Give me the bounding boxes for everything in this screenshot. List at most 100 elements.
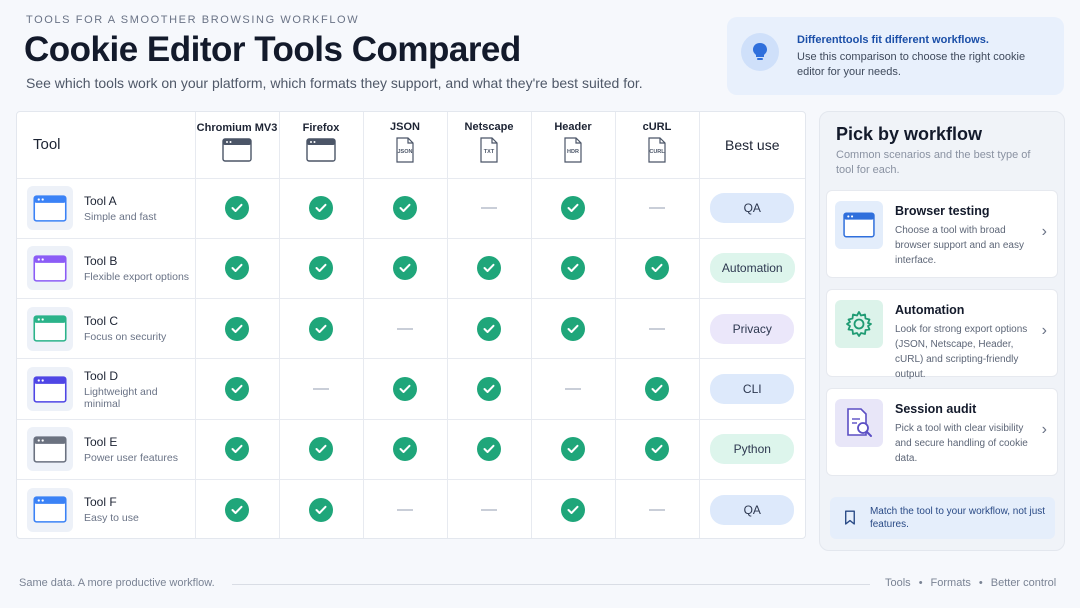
footer-divider xyxy=(232,584,870,585)
support-cell xyxy=(531,358,616,420)
tool-name: Tool B xyxy=(84,253,118,268)
eyebrow: TOOLS FOR A SMOOTHER BROWSING WORKFLOW xyxy=(26,14,360,26)
check-icon xyxy=(561,256,585,281)
support-cell xyxy=(363,358,448,420)
dash-icon xyxy=(481,508,497,511)
workflow-card-title: Browser testing xyxy=(895,204,990,218)
support-cell xyxy=(279,238,364,300)
browser-window-icon xyxy=(222,138,252,167)
workflow-card[interactable]: Browser testing Choose a tool with broad … xyxy=(826,190,1058,278)
support-cell xyxy=(615,479,700,538)
footer-link-control[interactable]: Better control xyxy=(991,577,1056,589)
tool-cell: Tool C Focus on security xyxy=(17,298,196,360)
tool-cell: Tool F Easy to use xyxy=(17,479,196,538)
column-header-label: Chromium MV3 xyxy=(196,122,278,135)
footer-link-formats[interactable]: Formats xyxy=(931,577,971,589)
support-cell xyxy=(615,238,700,300)
workflow-panel-subtitle: Common scenarios and the best type of to… xyxy=(836,149,1031,176)
workflow-panel: Pick by workflow Common scenarios and th… xyxy=(819,111,1065,551)
support-cell xyxy=(363,178,448,239)
browser-window-icon xyxy=(306,138,336,167)
chevron-right-icon: › xyxy=(1041,421,1047,438)
workflow-card[interactable]: Automation Look for strong export options… xyxy=(826,289,1058,380)
workflow-card-description: Choose a tool with broad browser support… xyxy=(895,225,1024,266)
column-header-label: JSON xyxy=(390,121,420,134)
tool-app-icon xyxy=(27,306,73,351)
tool-column-header: Tool xyxy=(17,112,196,179)
column-header: Chromium MV3 xyxy=(195,112,280,179)
best-use-badge: QA xyxy=(710,494,795,525)
footer-link-tools[interactable]: Tools xyxy=(885,577,911,589)
check-icon xyxy=(309,256,333,281)
file-type-badge: TXT xyxy=(483,149,495,156)
best-use-cell: Privacy xyxy=(699,298,805,360)
check-icon xyxy=(225,256,249,281)
support-cell xyxy=(615,358,700,420)
tool-name: Tool C xyxy=(84,314,119,329)
tool-description: Lightweight and minimal xyxy=(84,385,158,410)
workflow-panel-title: Pick by workflow xyxy=(836,124,983,144)
dash-icon xyxy=(481,206,497,209)
best-use-cell: CLI xyxy=(699,358,805,420)
support-cell xyxy=(195,479,280,538)
file-type-badge: CURL xyxy=(649,149,665,156)
check-icon xyxy=(393,196,417,221)
workflow-card-description: Look for strong export options (JSON, Ne… xyxy=(895,324,1028,380)
support-cell xyxy=(195,238,280,300)
tool-app-icon xyxy=(27,186,73,231)
tip-card: Differenttools fit different workflows. … xyxy=(727,17,1064,95)
check-icon xyxy=(561,196,585,221)
browser-window-icon xyxy=(835,201,883,249)
tool-cell: Tool A Simple and fast xyxy=(17,178,196,239)
support-cell xyxy=(447,479,532,538)
column-header-label: Firefox xyxy=(302,122,340,135)
dash-icon xyxy=(649,508,665,511)
check-icon xyxy=(645,377,669,402)
best-use-badge: Privacy xyxy=(710,313,795,344)
tool-description: Focus on security xyxy=(84,331,167,344)
check-icon xyxy=(309,196,333,221)
lightbulb-icon xyxy=(741,33,779,71)
dash-icon xyxy=(397,327,413,330)
column-header: Netscape TXT xyxy=(447,112,532,179)
check-icon xyxy=(225,316,249,341)
support-cell xyxy=(531,238,616,300)
check-icon xyxy=(309,437,333,462)
check-icon xyxy=(393,437,417,462)
page-subtitle: See which tools work on your platform, w… xyxy=(26,75,643,91)
tool-app-icon xyxy=(27,246,73,291)
support-cell xyxy=(279,419,364,480)
support-cell xyxy=(195,419,280,480)
check-icon xyxy=(309,497,333,522)
check-icon xyxy=(225,497,249,522)
tip-title: Differenttools fit different workflows. xyxy=(797,34,989,46)
column-header-label: Header xyxy=(554,121,592,134)
tool-name: Tool D xyxy=(84,368,119,383)
column-header-label: cURL xyxy=(642,121,672,134)
best-use-badge: Automation xyxy=(709,253,795,284)
tool-app-icon xyxy=(27,487,73,532)
tool-name: Tool E xyxy=(84,434,118,449)
file-icon: TXT xyxy=(479,137,499,168)
workflow-card-description: Pick a tool with clear visibility and se… xyxy=(895,423,1028,464)
support-cell xyxy=(531,178,616,239)
column-header-label: Netscape xyxy=(464,121,514,134)
support-cell xyxy=(363,238,448,300)
check-icon xyxy=(225,437,249,462)
support-cell xyxy=(279,479,364,538)
tool-cell: Tool D Lightweight and minimal xyxy=(17,358,196,420)
column-header: Header HDR xyxy=(531,112,616,179)
tip-body: Use this comparison to choose the right … xyxy=(797,51,1026,78)
check-icon xyxy=(477,256,501,281)
support-cell xyxy=(615,419,700,480)
file-type-badge: HDR xyxy=(567,149,579,156)
workflow-card[interactable]: Session audit Pick a tool with clear visi… xyxy=(826,388,1058,476)
support-cell xyxy=(615,298,700,360)
check-icon xyxy=(225,196,249,221)
support-cell xyxy=(531,298,616,360)
tool-description: Power user features xyxy=(84,451,178,464)
footer-tagline: Same data. A more productive workflow. xyxy=(19,577,215,589)
check-icon xyxy=(477,316,501,341)
match-note-text: Match the tool to your workflow, not jus… xyxy=(869,506,1046,530)
support-cell xyxy=(531,479,616,538)
